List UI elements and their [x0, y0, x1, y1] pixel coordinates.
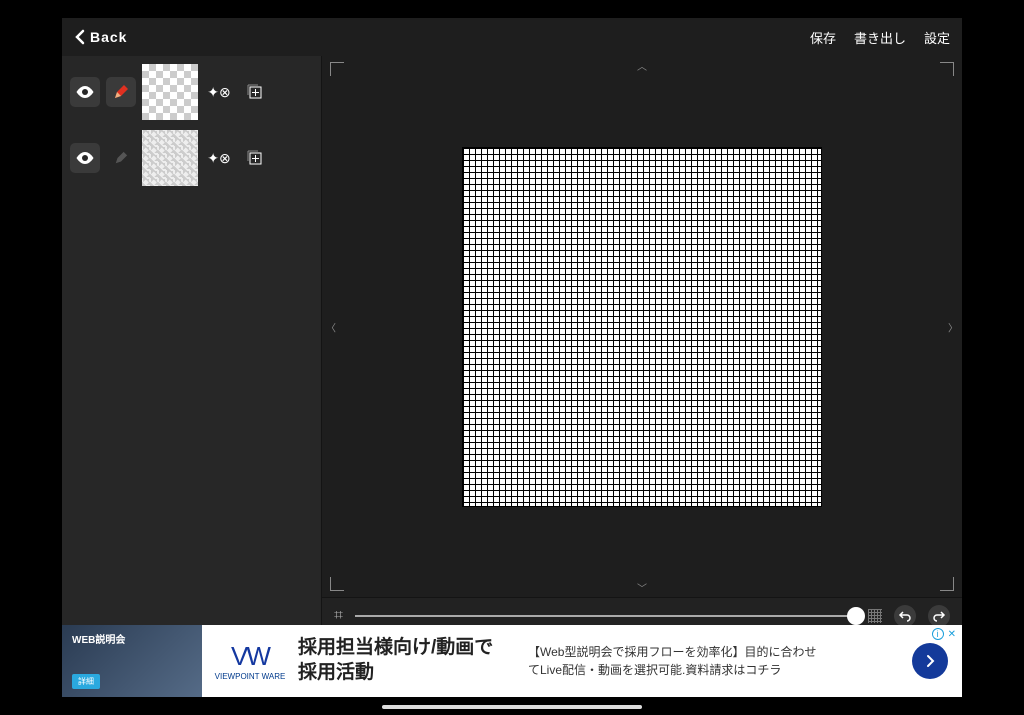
layer-list: ✦⊗ ✦⊗	[62, 56, 321, 641]
canvas-stage[interactable]: ︿ ﹀ 〈 〉	[322, 56, 962, 597]
crop-corner-tr	[940, 62, 954, 76]
layer-row[interactable]: ✦⊗	[70, 130, 313, 186]
app-frame: Back 保存 書き出し 設定 ✦⊗	[62, 18, 962, 697]
ad-thumb-label: WEB説明会	[72, 631, 125, 646]
pencil-icon	[114, 151, 128, 165]
duplicate-icon	[246, 149, 264, 167]
duplicate-icon	[246, 83, 264, 101]
ad-banner[interactable]: WEB説明会 詳細 VW VIEWPOINT WARE 採用担当様向け/動画で …	[62, 625, 962, 697]
grid-toggle-icon[interactable]: ⌗	[334, 607, 343, 625]
pencil-icon	[113, 84, 129, 100]
layer-duplicate-button[interactable]	[240, 77, 270, 107]
redo-icon	[932, 609, 946, 623]
eye-icon	[75, 151, 95, 165]
canvas-area: ︿ ﹀ 〈 〉 ⌗	[322, 56, 962, 697]
undo-button[interactable]	[894, 605, 916, 627]
ad-title-line1: 採用担当様向け/動画で	[298, 636, 528, 661]
home-indicator	[382, 705, 642, 709]
ad-logo-text: VW	[231, 641, 269, 672]
header-right-group: 保存 書き出し 設定	[810, 28, 950, 47]
crop-corner-tl	[330, 62, 344, 76]
chevron-left-icon	[74, 29, 86, 45]
ad-logo: VW VIEWPOINT WARE	[202, 641, 298, 681]
pan-left[interactable]: 〈	[326, 319, 336, 334]
ad-close-icon[interactable]: ✕	[948, 629, 956, 640]
back-button[interactable]: Back	[74, 29, 127, 45]
layer-edit-indicator[interactable]	[106, 143, 136, 173]
ad-thumbnail: WEB説明会 詳細	[62, 625, 202, 697]
ad-info-icon[interactable]: i	[932, 628, 944, 640]
layer-visibility-toggle[interactable]	[70, 143, 100, 173]
crop-corner-bl	[330, 577, 344, 591]
layer-visibility-toggle[interactable]	[70, 77, 100, 107]
layer-thumbnail[interactable]	[142, 130, 198, 186]
ad-title: 採用担当様向け/動画で 採用活動	[298, 636, 528, 685]
save-button[interactable]: 保存	[810, 28, 836, 47]
pan-right[interactable]: 〉	[948, 319, 958, 334]
sparkle-icon: ✦⊗	[207, 84, 230, 101]
redo-button[interactable]	[928, 605, 950, 627]
eye-icon	[75, 85, 95, 99]
grid-density-icon[interactable]	[868, 609, 882, 623]
body: ✦⊗ ✦⊗	[62, 56, 962, 697]
ad-cta-button[interactable]	[912, 643, 948, 679]
layer-effects-button[interactable]: ✦⊗	[204, 77, 234, 107]
export-button[interactable]: 書き出し	[854, 28, 906, 47]
ad-title-line2: 採用活動	[298, 661, 528, 686]
ad-thumb-button: 詳細	[72, 674, 100, 689]
header-bar: Back 保存 書き出し 設定	[62, 18, 962, 56]
ad-description: 【Web型説明会で採用フローを効率化】目的に合わせてLive配信・動画を選択可能…	[528, 643, 828, 679]
settings-button[interactable]: 設定	[924, 28, 950, 47]
ad-info-icons[interactable]: i ✕	[932, 628, 956, 640]
layer-row[interactable]: ✦⊗	[70, 64, 313, 120]
sidebar: ✦⊗ ✦⊗	[62, 56, 322, 697]
pan-down[interactable]: ﹀	[637, 580, 647, 595]
pan-up[interactable]: ︿	[637, 58, 647, 73]
layer-thumbnail[interactable]	[142, 64, 198, 120]
zoom-slider[interactable]	[355, 615, 856, 617]
ad-logo-sub: VIEWPOINT WARE	[215, 672, 286, 681]
undo-icon	[898, 609, 912, 623]
zoom-thumb[interactable]	[847, 607, 865, 625]
back-label: Back	[90, 29, 127, 45]
layer-duplicate-button[interactable]	[240, 143, 270, 173]
pixel-canvas[interactable]	[462, 147, 822, 507]
layer-edit-indicator[interactable]	[106, 77, 136, 107]
layer-effects-button[interactable]: ✦⊗	[204, 143, 234, 173]
sparkle-icon: ✦⊗	[207, 150, 230, 167]
crop-corner-br	[940, 577, 954, 591]
chevron-right-icon	[923, 654, 937, 668]
